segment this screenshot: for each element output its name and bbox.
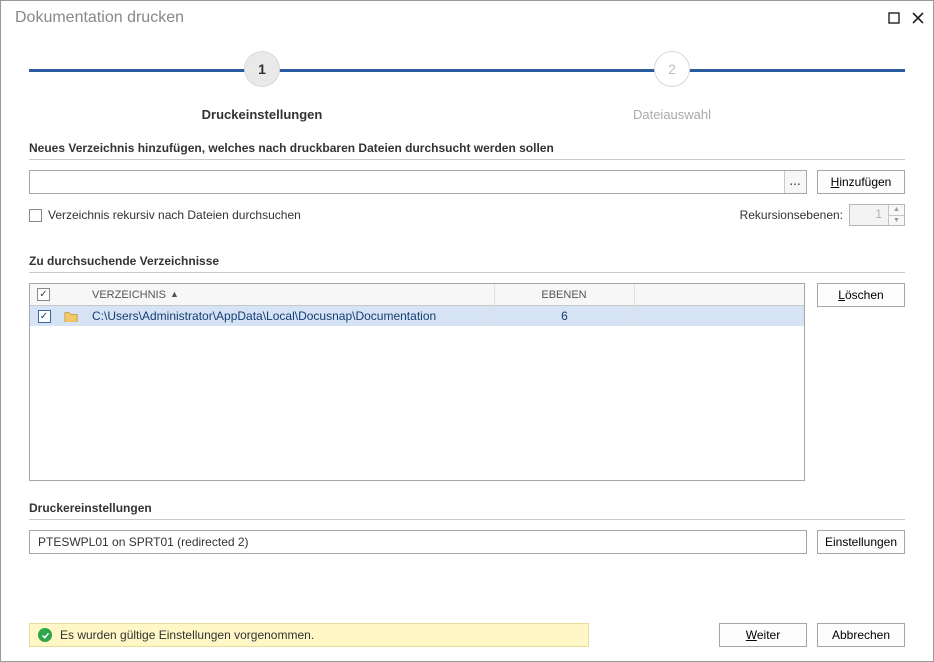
table-header: ✓ VERZEICHNIS ▲ EBENEN bbox=[30, 284, 804, 306]
header-icon-cell bbox=[58, 284, 86, 305]
step-2[interactable]: 2 Dateiauswahl bbox=[467, 51, 877, 122]
directories-table[interactable]: ✓ VERZEICHNIS ▲ EBENEN ✓ bbox=[29, 283, 805, 481]
step-2-label: Dateiauswahl bbox=[633, 107, 711, 122]
table-row[interactable]: ✓ C:\Users\Administrator\AppData\Local\D… bbox=[30, 306, 804, 326]
step-2-circle: 2 bbox=[654, 51, 690, 87]
printer-row: PTESWPL01 on SPRT01 (redirected 2) Einst… bbox=[29, 530, 905, 554]
divider bbox=[29, 272, 905, 273]
printer-field[interactable]: PTESWPL01 on SPRT01 (redirected 2) bbox=[29, 530, 807, 554]
recursive-row: Verzeichnis rekursiv nach Dateien durchs… bbox=[29, 204, 905, 226]
step-1-label: Druckeinstellungen bbox=[202, 107, 323, 122]
row-levels-cell: 6 bbox=[494, 306, 634, 326]
stepper-down-icon[interactable]: ▼ bbox=[888, 216, 904, 226]
recursive-checkbox[interactable] bbox=[29, 209, 42, 222]
next-button[interactable]: Weiter bbox=[719, 623, 807, 647]
bottom-bar: Es wurden gültige Einstellungen vorgenom… bbox=[1, 613, 933, 661]
recursion-levels-label: Rekursionsebenen: bbox=[740, 208, 843, 222]
step-1[interactable]: 1 Druckeinstellungen bbox=[57, 51, 467, 122]
recursive-option[interactable]: Verzeichnis rekursiv nach Dateien durchs… bbox=[29, 208, 301, 222]
header-path-label: VERZEICHNIS bbox=[92, 289, 166, 301]
row-icon-cell bbox=[58, 306, 86, 326]
directory-path-input[interactable] bbox=[30, 171, 784, 193]
row-path-cell: C:\Users\Administrator\AppData\Local\Doc… bbox=[86, 306, 494, 326]
maximize-icon[interactable] bbox=[887, 11, 901, 25]
header-checkbox[interactable]: ✓ bbox=[37, 288, 50, 301]
delete-button[interactable]: Löschen bbox=[817, 283, 905, 307]
header-pad-cell bbox=[634, 284, 804, 305]
recursive-label: Verzeichnis rekursiv nach Dateien durchs… bbox=[48, 208, 301, 222]
window-buttons bbox=[887, 11, 925, 25]
bottom-buttons: Weiter Abbrechen bbox=[719, 623, 905, 647]
sort-asc-icon: ▲ bbox=[170, 289, 179, 299]
row-pad-cell bbox=[634, 306, 804, 326]
folder-icon bbox=[64, 310, 78, 322]
recursion-levels-group: Rekursionsebenen: 1 ▲ ▼ bbox=[740, 204, 905, 226]
window-title: Dokumentation drucken bbox=[15, 9, 184, 27]
titlebar: Dokumentation drucken bbox=[1, 1, 933, 31]
printer-settings-button[interactable]: Einstellungen bbox=[817, 530, 905, 554]
header-levels-cell[interactable]: EBENEN bbox=[494, 284, 634, 305]
header-check-cell[interactable]: ✓ bbox=[30, 284, 58, 305]
directory-path-field[interactable]: ... bbox=[29, 170, 807, 194]
add-button[interactable]: Hinzufügen bbox=[817, 170, 905, 194]
header-path-cell[interactable]: VERZEICHNIS ▲ bbox=[86, 284, 494, 305]
row-checkbox[interactable]: ✓ bbox=[38, 310, 51, 323]
cancel-button[interactable]: Abbrechen bbox=[817, 623, 905, 647]
status-text: Es wurden gültige Einstellungen vorgenom… bbox=[60, 628, 314, 642]
wizard-steps: 1 Druckeinstellungen 2 Dateiauswahl bbox=[29, 39, 905, 127]
close-icon[interactable] bbox=[911, 11, 925, 25]
row-check-cell[interactable]: ✓ bbox=[30, 306, 58, 326]
divider bbox=[29, 159, 905, 160]
directories-heading: Zu durchsuchende Verzeichnisse bbox=[29, 254, 905, 268]
divider bbox=[29, 519, 905, 520]
stepper-up-icon[interactable]: ▲ bbox=[888, 205, 904, 216]
recursion-levels-stepper[interactable]: 1 ▲ ▼ bbox=[849, 204, 905, 226]
content: Neues Verzeichnis hinzufügen, welches na… bbox=[1, 141, 933, 554]
add-directory-row: ... Hinzufügen bbox=[29, 170, 905, 194]
step-1-circle: 1 bbox=[244, 51, 280, 87]
printer-heading: Druckereinstellungen bbox=[29, 501, 905, 515]
browse-button[interactable]: ... bbox=[784, 171, 806, 193]
add-directory-heading: Neues Verzeichnis hinzufügen, welches na… bbox=[29, 141, 905, 155]
status-banner: Es wurden gültige Einstellungen vorgenom… bbox=[29, 623, 589, 647]
printer-value: PTESWPL01 on SPRT01 (redirected 2) bbox=[38, 535, 249, 549]
recursion-levels-value: 1 bbox=[850, 205, 888, 225]
directories-area: ✓ VERZEICHNIS ▲ EBENEN ✓ bbox=[29, 283, 905, 481]
success-icon bbox=[38, 628, 52, 642]
header-levels-label: EBENEN bbox=[541, 289, 586, 301]
